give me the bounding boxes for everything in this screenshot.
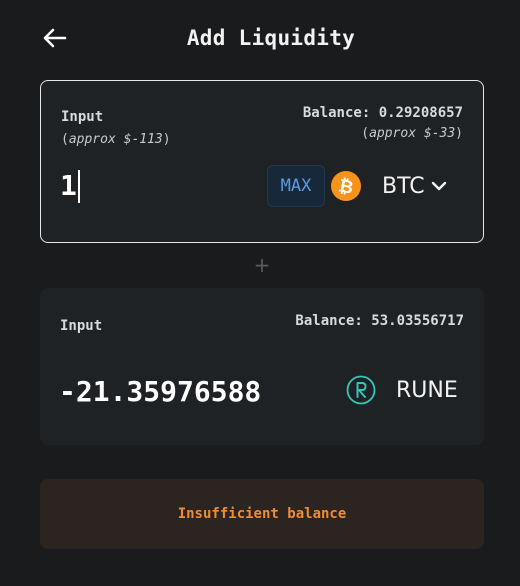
token-display-rune: RUNE [346, 375, 458, 405]
bitcoin-icon: ₿ [331, 171, 361, 201]
header: Add Liquidity [0, 0, 520, 80]
insufficient-balance-button[interactable]: Insufficient balance [40, 479, 484, 549]
rune-icon [346, 375, 376, 405]
svg-text:₿: ₿ [336, 175, 355, 199]
plus-separator: + [253, 253, 271, 277]
token-selector-btc[interactable]: ₿ BTC [331, 171, 447, 201]
token-symbol-rune: RUNE [396, 377, 458, 403]
balance-label: Balance: 53.03556717 [295, 313, 464, 329]
input-approx-value: (approx $-113) [61, 132, 171, 147]
chevron-down-icon [431, 181, 446, 191]
token-symbol-btc: BTC [382, 173, 425, 199]
input-label: Input [61, 109, 104, 125]
balance-label: Balance: 0.29208657 [302, 105, 463, 121]
amount-input-rune[interactable] [59, 372, 319, 410]
input-card-btc[interactable]: Input (approx $-113) Balance: 0.29208657… [40, 80, 484, 243]
input-label: Input [60, 318, 103, 334]
text-cursor [78, 170, 80, 203]
balance-approx-value: (approx $-33) [361, 126, 463, 141]
page-title: Add Liquidity [186, 26, 356, 50]
max-button[interactable]: MAX [267, 165, 325, 207]
amount-input-btc[interactable] [60, 167, 250, 203]
input-card-rune[interactable]: Input Balance: 53.03556717 RUNE [40, 288, 484, 445]
